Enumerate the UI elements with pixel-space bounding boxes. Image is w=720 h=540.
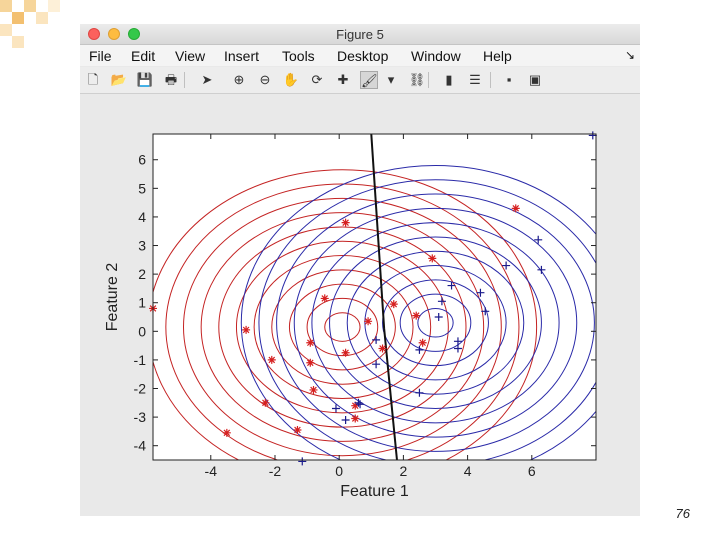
- menu-desktop[interactable]: Desktop: [337, 48, 388, 64]
- toolbar-separator: [428, 72, 429, 88]
- plot-area: -4 -2 0 2 4 6 -4 -3 -2 -1 0 1 2 3 4 5 6 Feature 1 Feature …: [104, 131, 597, 500]
- toolbar-separator: [490, 72, 491, 88]
- window-title: Figure 5: [336, 27, 384, 42]
- menu-bar: File Edit View Insert Tools Desktop Wind…: [80, 45, 640, 66]
- y-axis-label: Feature 2: [104, 263, 121, 332]
- y-tick-label: 5: [138, 180, 146, 196]
- title-bar: Figure 5: [80, 24, 640, 45]
- class1-star-point: [378, 344, 387, 353]
- menu-insert[interactable]: Insert: [224, 48, 259, 64]
- menu-overflow-arrow-icon[interactable]: ↘: [625, 48, 635, 62]
- figure-window: Figure 5 File Edit View Insert Tools Des…: [80, 24, 640, 516]
- x-axis-label: Feature 1: [340, 483, 409, 500]
- save-icon[interactable]: 💾: [136, 71, 154, 89]
- link-plot-icon[interactable]: ⛓: [408, 71, 426, 89]
- figure-toolbar: 🗋 📂 💾 🖶 ➤ ⊕ ⊖ ✋ ⟳ ✚ 🖌 ▾ ⛓ ▮ ☰ ▪ ▣: [80, 67, 640, 94]
- y-tick-label: -1: [134, 352, 147, 368]
- x-tick-label: 6: [528, 463, 536, 479]
- menu-window[interactable]: Window: [411, 48, 461, 64]
- pan-hand-icon[interactable]: ✋: [282, 71, 300, 89]
- x-tick-label: 4: [464, 463, 472, 479]
- slide-page-number: 76: [675, 506, 690, 521]
- class1-star-point: [309, 385, 318, 394]
- menu-file[interactable]: File: [89, 48, 112, 64]
- data-cursor-icon[interactable]: ✚: [334, 71, 352, 89]
- menu-edit[interactable]: Edit: [131, 48, 155, 64]
- rotate-3d-icon[interactable]: ⟳: [308, 71, 326, 89]
- y-tick-label: -3: [134, 409, 147, 425]
- brush-dropdown-icon[interactable]: ▾: [382, 71, 400, 89]
- class1-star-point: [306, 358, 315, 367]
- class1-star-point: [389, 300, 398, 309]
- class1-star-point: [293, 425, 302, 434]
- class1-star-point: [261, 398, 270, 407]
- slide-corner-decoration: [0, 0, 60, 48]
- zoom-in-icon[interactable]: ⊕: [230, 71, 248, 89]
- class1-star-point: [242, 325, 251, 334]
- zoom-out-icon[interactable]: ⊖: [256, 71, 274, 89]
- new-figure-icon[interactable]: 🗋: [84, 71, 102, 89]
- y-tick-label: 0: [138, 323, 146, 339]
- menu-tools[interactable]: Tools: [282, 48, 315, 64]
- class1-star-point: [320, 294, 329, 303]
- legend-icon[interactable]: ☰: [466, 71, 484, 89]
- class1-star-point: [267, 355, 276, 364]
- open-file-icon[interactable]: 📂: [110, 71, 128, 89]
- y-tick-label: 6: [138, 152, 146, 168]
- y-tick-label: 2: [138, 266, 146, 282]
- x-tick-label: -4: [205, 463, 218, 479]
- x-tick-label: 2: [399, 463, 407, 479]
- class1-star-point: [418, 338, 427, 347]
- class1-star-point: [511, 204, 520, 213]
- class1-star-point: [412, 311, 421, 320]
- y-tick-label: 4: [138, 209, 146, 225]
- class1-star-point: [428, 254, 437, 263]
- hide-plot-tools-icon[interactable]: ▪: [500, 71, 518, 89]
- show-plot-tools-icon[interactable]: ▣: [526, 71, 544, 89]
- x-tick-label: -2: [269, 463, 282, 479]
- y-tick-label: -4: [134, 438, 147, 454]
- print-icon[interactable]: 🖶: [162, 71, 180, 89]
- edit-plot-cursor-icon[interactable]: ➤: [198, 71, 216, 89]
- class1-star-point: [341, 218, 350, 227]
- colorbar-icon[interactable]: ▮: [440, 71, 458, 89]
- menu-help[interactable]: Help: [483, 48, 512, 64]
- class1-star-point: [364, 317, 373, 326]
- class1-star-point: [341, 348, 350, 357]
- class1-star-point: [222, 428, 231, 437]
- class1-star-point: [351, 414, 360, 423]
- class1-star-point: [306, 338, 315, 347]
- y-tick-label: -2: [134, 381, 147, 397]
- brush-icon[interactable]: 🖌: [360, 71, 378, 89]
- menu-view[interactable]: View: [175, 48, 205, 64]
- x-tick-label: 0: [335, 463, 343, 479]
- y-tick-label: 1: [138, 295, 146, 311]
- toolbar-separator: [184, 72, 185, 88]
- y-tick-label: 3: [138, 238, 146, 254]
